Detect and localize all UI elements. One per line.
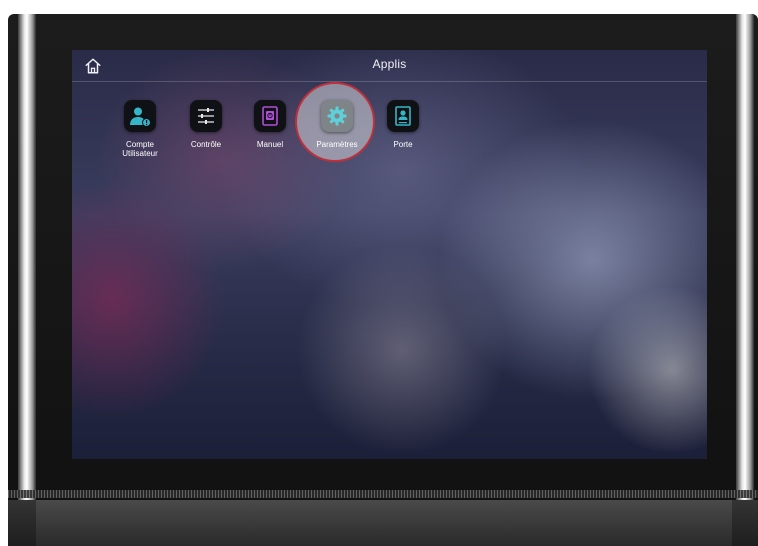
touchscreen: Applis Compte Utilisateur Contrôle Manue…: [72, 50, 707, 459]
app-label: Paramètres: [316, 140, 358, 149]
device-chrome-right: [736, 14, 754, 546]
app-tile: [254, 100, 286, 132]
manual-book-icon: [262, 106, 278, 126]
app-tile: [124, 100, 156, 132]
app-tile: [190, 100, 222, 132]
app-label: Porte: [393, 140, 413, 149]
app-controle[interactable]: Contrôle: [171, 100, 241, 170]
app-tile: [321, 100, 353, 132]
speaker-grille: [8, 490, 758, 498]
app-grid: Compte Utilisateur Contrôle Manuel Param…: [72, 50, 707, 459]
user-account-icon: [130, 107, 151, 127]
app-label: Contrôle: [190, 140, 222, 149]
device-bottom-inner: [36, 500, 732, 546]
app-porte[interactable]: Porte: [368, 100, 438, 170]
app-tile: [387, 100, 419, 132]
app-manuel[interactable]: Manuel: [235, 100, 305, 170]
device-chrome-left: [18, 14, 36, 546]
app-label: Manuel: [256, 140, 284, 149]
app-parametres[interactable]: Paramètres: [295, 82, 375, 170]
app-label: Compte Utilisateur: [122, 140, 158, 158]
gear-icon: [327, 106, 347, 126]
device-bottom-panel: [8, 500, 758, 546]
sliders-icon: [198, 108, 214, 124]
app-compte-utilisateur[interactable]: Compte Utilisateur: [105, 100, 175, 170]
intercom-device: Applis Compte Utilisateur Contrôle Manue…: [8, 14, 758, 546]
door-icon: [395, 106, 411, 126]
